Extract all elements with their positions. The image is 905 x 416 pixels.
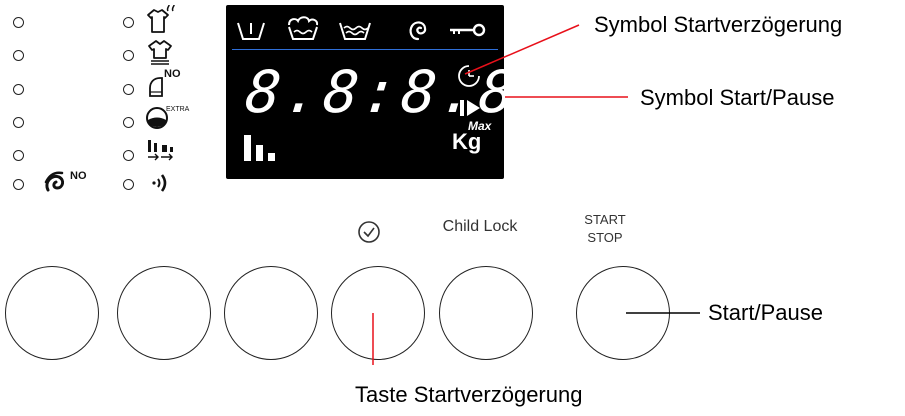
callout-start-pause-button: Start/Pause xyxy=(708,300,823,325)
callout-lines xyxy=(372,24,700,365)
callout-line-delay-symbol xyxy=(464,24,580,75)
callout-delay-symbol: Symbol Startverzögerung xyxy=(594,12,843,37)
callout-start-pause-symbol: Symbol Start/Pause xyxy=(640,85,835,110)
callout-delay-button: Taste Startverzögerung xyxy=(355,382,583,407)
